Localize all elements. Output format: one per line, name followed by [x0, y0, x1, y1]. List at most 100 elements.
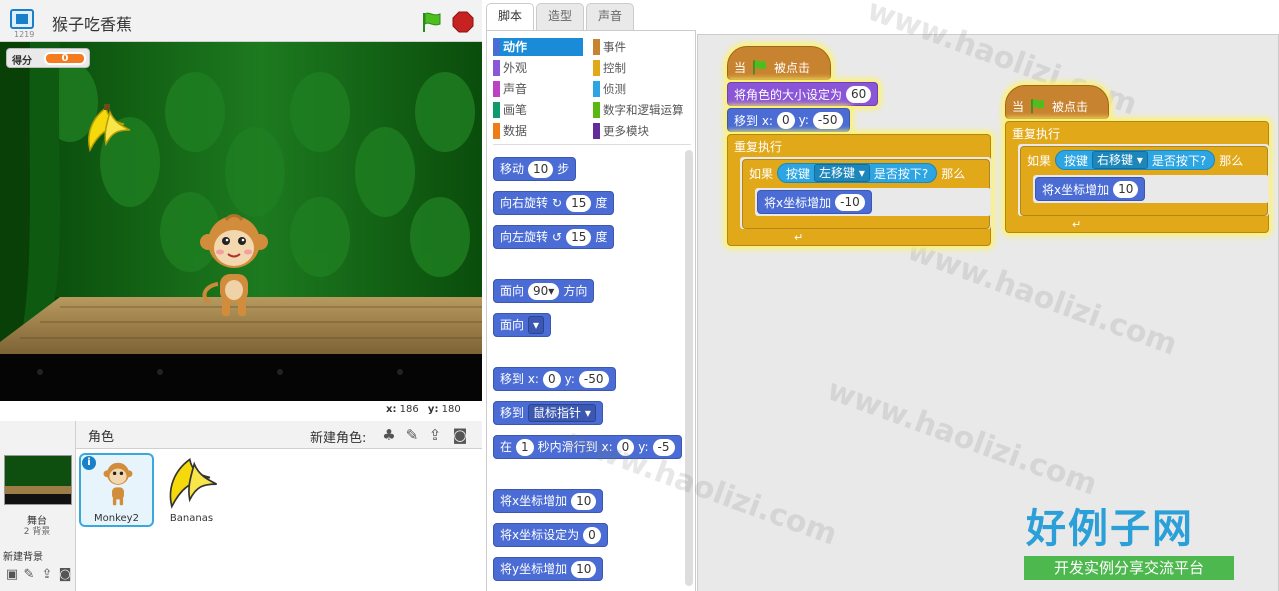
- x-input[interactable]: 0: [542, 370, 561, 388]
- category-4[interactable]: 数据: [493, 122, 583, 140]
- block-text: 面向: [500, 284, 525, 298]
- category-6[interactable]: 控制: [593, 59, 691, 77]
- sprite-tile-bananas[interactable]: Bananas: [156, 453, 231, 527]
- monkey-sprite[interactable]: [198, 212, 270, 320]
- green-flag-icon: [753, 60, 767, 75]
- category-8[interactable]: 数字和逻辑运算: [593, 101, 691, 119]
- category-3[interactable]: 画笔: [493, 101, 583, 119]
- sprite-tile-monkey2[interactable]: i Monkey2: [79, 453, 154, 527]
- block-goto-target[interactable]: 移到 鼠标指针 ▾: [493, 401, 603, 425]
- set-size-block[interactable]: 将角色的大小设定为 60: [727, 82, 879, 106]
- dx-input[interactable]: 10: [571, 492, 597, 510]
- y-input[interactable]: -50: [812, 111, 843, 129]
- block-text: 是否按下?: [1151, 153, 1207, 168]
- secs-input[interactable]: 1: [516, 438, 534, 456]
- site-slogan: 开发实例分享交流平台: [1024, 556, 1234, 580]
- key-dropdown[interactable]: 左移键 ▾: [814, 164, 870, 182]
- dy-input[interactable]: 10: [571, 560, 597, 578]
- block-text: 如果: [1027, 153, 1052, 168]
- category-7[interactable]: 侦测: [593, 80, 691, 98]
- info-icon[interactable]: i: [82, 456, 96, 470]
- category-label: 动作: [503, 40, 528, 54]
- change-x-block[interactable]: 将x坐标增加 -10: [757, 190, 872, 214]
- paint-brush-icon[interactable]: ✎: [403, 426, 421, 444]
- category-label: 画笔: [503, 103, 528, 117]
- x-input[interactable]: 0: [583, 526, 601, 544]
- category-5[interactable]: 事件: [593, 38, 691, 56]
- sprite-name: Bananas: [169, 513, 214, 524]
- key-pressed-block[interactable]: 按键 右移键 ▾ 是否按下?: [1055, 150, 1216, 170]
- key-pressed-block[interactable]: 按键 左移键 ▾ 是否按下?: [777, 163, 938, 183]
- category-0[interactable]: 动作: [493, 38, 583, 56]
- backdrop-library-icon[interactable]: ▣: [3, 566, 21, 584]
- block-move-steps[interactable]: 移动 10 步: [493, 157, 577, 181]
- block-text: 按键: [786, 166, 811, 181]
- change-x-block[interactable]: 将x坐标增加 10: [1035, 177, 1146, 201]
- key-dropdown[interactable]: 右移键 ▾: [1092, 151, 1148, 169]
- palette-scrollbar[interactable]: [685, 150, 693, 586]
- y-input[interactable]: -50: [578, 370, 609, 388]
- green-flag-icon[interactable]: [420, 10, 444, 34]
- degrees-input[interactable]: 15: [566, 194, 592, 212]
- block-text: 当: [1012, 99, 1025, 114]
- block-text: 向右旋转: [500, 196, 549, 210]
- block-point-direction[interactable]: 面向 90▾ 方向: [493, 279, 595, 303]
- loop-arrow-icon: ↵: [1072, 218, 1082, 231]
- block-text: 将x坐标增加: [764, 195, 832, 210]
- block-turn-right[interactable]: 向右旋转 ↻ 15 度: [493, 191, 615, 215]
- steps-input[interactable]: 10: [528, 160, 554, 178]
- banana-sprite[interactable]: [84, 104, 132, 154]
- target-dropdown[interactable]: ▾: [528, 316, 545, 334]
- camera-icon[interactable]: ◙: [451, 426, 469, 444]
- monkey-thumbnail: [103, 462, 133, 506]
- category-label: 控制: [603, 61, 626, 75]
- dx-input[interactable]: 10: [1113, 180, 1139, 198]
- block-goto-xy[interactable]: 移到 x: 0 y: -50: [493, 367, 616, 391]
- category-2[interactable]: 声音: [493, 80, 583, 98]
- category-label: 事件: [603, 40, 626, 54]
- size-input[interactable]: 60: [846, 85, 872, 103]
- upload-icon[interactable]: ⇪: [426, 426, 444, 444]
- block-text: 是否按下?: [873, 166, 929, 181]
- backdrop-upload-icon[interactable]: ⇪: [38, 566, 56, 584]
- block-change-x[interactable]: 将x坐标增加 10: [493, 489, 604, 513]
- category-color-swatch: [493, 39, 500, 55]
- sprite-library-icon[interactable]: ♣: [380, 426, 398, 444]
- block-set-x[interactable]: 将x坐标设定为 0: [493, 523, 608, 547]
- block-text: 向左旋转: [500, 230, 549, 244]
- backdrop-camera-icon[interactable]: ◙: [56, 566, 74, 584]
- if-then-block[interactable]: 如果 按键 右移键 ▾ 是否按下? 那么 将x坐标增加 10: [1020, 146, 1269, 216]
- category-1[interactable]: 外观: [493, 59, 583, 77]
- direction-dropdown[interactable]: 90▾: [528, 282, 560, 300]
- block-change-y[interactable]: 将y坐标增加 10: [493, 557, 604, 581]
- x-input[interactable]: 0: [776, 111, 795, 129]
- stop-sign-icon[interactable]: [452, 11, 474, 33]
- when-flag-clicked-block[interactable]: 当 被点击: [727, 46, 831, 80]
- goto-xy-block[interactable]: 移到 x: 0 y: -50: [727, 108, 850, 132]
- block-text: 当: [734, 60, 747, 75]
- category-color-swatch: [493, 102, 500, 118]
- block-text: 将x坐标增加: [500, 494, 568, 508]
- project-title[interactable]: 猴子吃香蕉: [52, 11, 132, 35]
- score-monitor[interactable]: 得分 0: [6, 48, 90, 68]
- target-dropdown[interactable]: 鼠标指针 ▾: [528, 404, 596, 422]
- tab-costumes[interactable]: 造型: [536, 3, 584, 30]
- if-then-block[interactable]: 如果 按键 左移键 ▾ 是否按下? 那么 将x坐标增加 -10: [742, 159, 991, 229]
- block-turn-left[interactable]: 向左旋转 ↺ 15 度: [493, 225, 615, 249]
- key-label: 右移键: [1097, 153, 1134, 167]
- category-divider: [493, 144, 691, 145]
- when-flag-clicked-block[interactable]: 当 被点击: [1005, 85, 1109, 119]
- degrees-input[interactable]: 15: [566, 228, 592, 246]
- category-9[interactable]: 更多模块: [593, 122, 691, 140]
- backdrop-paint-icon[interactable]: ✎: [20, 566, 38, 584]
- fullscreen-toggle-icon[interactable]: [10, 9, 34, 29]
- tab-scripts[interactable]: 脚本: [486, 3, 534, 31]
- forever-block[interactable]: 重复执行 如果 按键 右移键 ▾ 是否按下? 那么 将x坐标增加 10 ↵: [1005, 121, 1269, 233]
- stage-thumbnail[interactable]: [4, 455, 72, 505]
- dx-input[interactable]: -10: [835, 193, 865, 211]
- block-point-towards[interactable]: 面向 ▾: [493, 313, 552, 337]
- tab-sounds[interactable]: 声音: [586, 3, 634, 30]
- forever-block[interactable]: 重复执行 如果 按键 左移键 ▾ 是否按下? 那么 将x坐标增加 -10 ↵: [727, 134, 991, 246]
- stage[interactable]: 得分 0: [0, 42, 482, 401]
- category-color-swatch: [493, 81, 500, 97]
